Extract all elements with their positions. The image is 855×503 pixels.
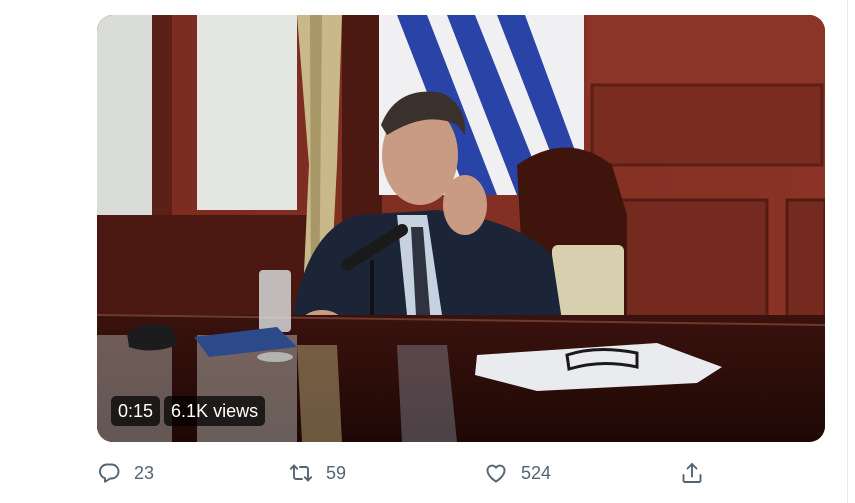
tweet-media-area: 0:15 6.1K views 23 59 524 <box>0 0 855 503</box>
video-frame <box>97 15 825 442</box>
like-count: 524 <box>521 462 552 483</box>
video-player[interactable]: 0:15 6.1K views <box>97 15 825 442</box>
retweet-count: 59 <box>326 462 347 483</box>
like-icon <box>483 460 509 486</box>
share-button[interactable] <box>679 458 705 488</box>
video-duration-badge: 0:15 <box>111 396 161 426</box>
retweet-button[interactable]: 59 <box>288 458 346 488</box>
tweet-action-bar: 23 59 524 <box>0 458 855 488</box>
share-icon <box>679 460 705 486</box>
column-border <box>847 0 848 503</box>
video-views-badge: 6.1K views <box>164 396 266 426</box>
like-button[interactable]: 524 <box>483 458 551 488</box>
video-overlay: 0:15 6.1K views <box>111 396 266 426</box>
reply-count: 23 <box>134 462 155 483</box>
reply-icon <box>96 460 122 486</box>
retweet-icon <box>288 460 314 486</box>
reply-button[interactable]: 23 <box>96 458 154 488</box>
